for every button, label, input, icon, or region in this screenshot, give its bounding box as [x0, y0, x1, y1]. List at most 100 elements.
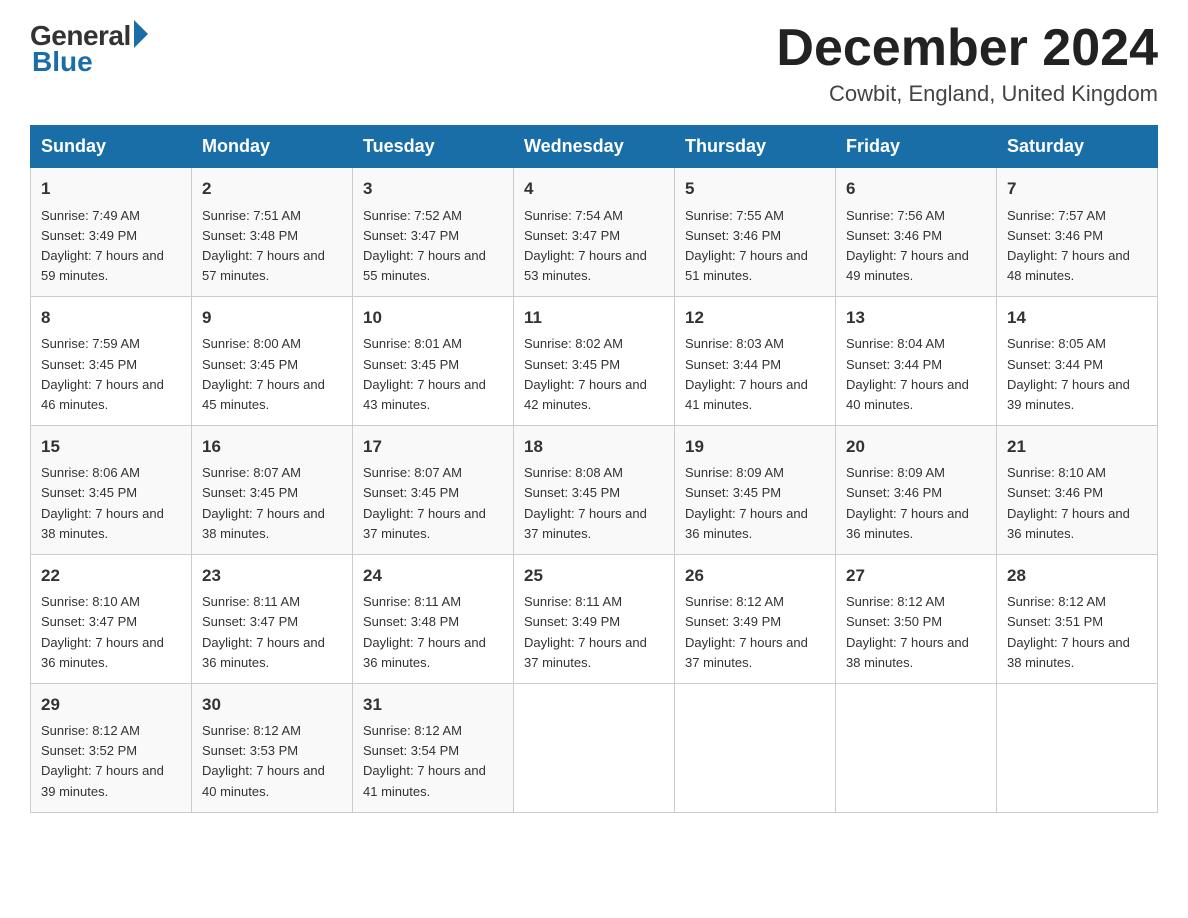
calendar-cell: 19Sunrise: 8:09 AMSunset: 3:45 PMDayligh… [675, 426, 836, 555]
day-number: 29 [41, 692, 181, 718]
calendar-cell: 2Sunrise: 7:51 AMSunset: 3:48 PMDaylight… [192, 168, 353, 297]
calendar-cell [675, 683, 836, 812]
calendar-cell: 14 Sunrise: 8:05 AMSunset: 3:44 PMDayligh… [997, 297, 1158, 426]
day-number: 23 [202, 563, 342, 589]
day-info: Sunrise: 8:11 AMSunset: 3:49 PMDaylight:… [524, 592, 664, 673]
day-number: 10 [363, 305, 503, 331]
day-info: Sunrise: 8:04 AMSunset: 3:44 PMDaylight:… [846, 334, 986, 415]
day-number: 20 [846, 434, 986, 460]
day-info: Sunrise: 8:09 AMSunset: 3:46 PMDaylight:… [846, 463, 986, 544]
calendar-cell: 28 Sunrise: 8:12 AMSunset: 3:51 PMDayligh… [997, 554, 1158, 683]
day-info: Sunrise: 7:54 AMSunset: 3:47 PMDaylight:… [524, 206, 664, 287]
day-header-friday: Friday [836, 126, 997, 168]
day-info: Sunrise: 8:12 AMSunset: 3:49 PMDaylight:… [685, 592, 825, 673]
day-number: 14 [1007, 305, 1147, 331]
day-info: Sunrise: 8:12 AMSunset: 3:51 PMDaylight:… [1007, 592, 1147, 673]
day-number: 3 [363, 176, 503, 202]
day-info: Sunrise: 8:03 AMSunset: 3:44 PMDaylight:… [685, 334, 825, 415]
day-number: 18 [524, 434, 664, 460]
calendar-cell: 25 Sunrise: 8:11 AMSunset: 3:49 PMDayligh… [514, 554, 675, 683]
day-info: Sunrise: 7:56 AMSunset: 3:46 PMDaylight:… [846, 206, 986, 287]
calendar-cell: 10 Sunrise: 8:01 AMSunset: 3:45 PMDayligh… [353, 297, 514, 426]
day-info: Sunrise: 8:05 AMSunset: 3:44 PMDaylight:… [1007, 334, 1147, 415]
day-info: Sunrise: 8:08 AMSunset: 3:45 PMDaylight:… [524, 463, 664, 544]
calendar-cell [836, 683, 997, 812]
calendar-cell: 11Sunrise: 8:02 AMSunset: 3:45 PMDayligh… [514, 297, 675, 426]
calendar-cell: 30 Sunrise: 8:12 AMSunset: 3:53 PMDayligh… [192, 683, 353, 812]
day-header-monday: Monday [192, 126, 353, 168]
calendar-cell: 15Sunrise: 8:06 AMSunset: 3:45 PMDayligh… [31, 426, 192, 555]
day-number: 19 [685, 434, 825, 460]
day-info: Sunrise: 8:12 AMSunset: 3:50 PMDaylight:… [846, 592, 986, 673]
day-number: 17 [363, 434, 503, 460]
month-title: December 2024 [776, 20, 1158, 77]
calendar-cell: 4 Sunrise: 7:54 AMSunset: 3:47 PMDaylight… [514, 168, 675, 297]
calendar-cell: 29Sunrise: 8:12 AMSunset: 3:52 PMDayligh… [31, 683, 192, 812]
calendar-week-row: 8 Sunrise: 7:59 AMSunset: 3:45 PMDaylight… [31, 297, 1158, 426]
day-info: Sunrise: 7:59 AMSunset: 3:45 PMDaylight:… [41, 334, 181, 415]
day-number: 12 [685, 305, 825, 331]
day-number: 30 [202, 692, 342, 718]
day-header-wednesday: Wednesday [514, 126, 675, 168]
calendar-cell: 20 Sunrise: 8:09 AMSunset: 3:46 PMDayligh… [836, 426, 997, 555]
calendar-week-row: 22 Sunrise: 8:10 AMSunset: 3:47 PMDayligh… [31, 554, 1158, 683]
day-number: 9 [202, 305, 342, 331]
calendar-cell: 21 Sunrise: 8:10 AMSunset: 3:46 PMDayligh… [997, 426, 1158, 555]
day-info: Sunrise: 8:07 AMSunset: 3:45 PMDaylight:… [202, 463, 342, 544]
calendar-cell [997, 683, 1158, 812]
calendar-cell: 12 Sunrise: 8:03 AMSunset: 3:44 PMDayligh… [675, 297, 836, 426]
calendar-header-row: SundayMondayTuesdayWednesdayThursdayFrid… [31, 126, 1158, 168]
day-info: Sunrise: 7:52 AMSunset: 3:47 PMDaylight:… [363, 206, 503, 287]
day-number: 25 [524, 563, 664, 589]
day-number: 31 [363, 692, 503, 718]
day-number: 16 [202, 434, 342, 460]
day-info: Sunrise: 7:51 AMSunset: 3:48 PMDaylight:… [202, 206, 342, 287]
day-number: 24 [363, 563, 503, 589]
logo: General Blue [30, 20, 148, 78]
day-number: 8 [41, 305, 181, 331]
calendar-cell: 5 Sunrise: 7:55 AMSunset: 3:46 PMDaylight… [675, 168, 836, 297]
calendar-cell: 22 Sunrise: 8:10 AMSunset: 3:47 PMDayligh… [31, 554, 192, 683]
day-number: 5 [685, 176, 825, 202]
calendar-cell: 7Sunrise: 7:57 AMSunset: 3:46 PMDaylight… [997, 168, 1158, 297]
location-label: Cowbit, England, United Kingdom [776, 81, 1158, 107]
calendar-week-row: 15Sunrise: 8:06 AMSunset: 3:45 PMDayligh… [31, 426, 1158, 555]
day-info: Sunrise: 8:12 AMSunset: 3:54 PMDaylight:… [363, 721, 503, 802]
day-info: Sunrise: 8:01 AMSunset: 3:45 PMDaylight:… [363, 334, 503, 415]
day-number: 27 [846, 563, 986, 589]
day-info: Sunrise: 7:57 AMSunset: 3:46 PMDaylight:… [1007, 206, 1147, 287]
day-info: Sunrise: 8:00 AMSunset: 3:45 PMDaylight:… [202, 334, 342, 415]
calendar-cell: 17 Sunrise: 8:07 AMSunset: 3:45 PMDayligh… [353, 426, 514, 555]
day-info: Sunrise: 8:12 AMSunset: 3:53 PMDaylight:… [202, 721, 342, 802]
calendar-cell: 26Sunrise: 8:12 AMSunset: 3:49 PMDayligh… [675, 554, 836, 683]
day-number: 21 [1007, 434, 1147, 460]
calendar-cell: 3 Sunrise: 7:52 AMSunset: 3:47 PMDaylight… [353, 168, 514, 297]
calendar-cell: 18 Sunrise: 8:08 AMSunset: 3:45 PMDayligh… [514, 426, 675, 555]
day-info: Sunrise: 7:55 AMSunset: 3:46 PMDaylight:… [685, 206, 825, 287]
day-header-thursday: Thursday [675, 126, 836, 168]
day-number: 1 [41, 176, 181, 202]
calendar-cell: 31 Sunrise: 8:12 AMSunset: 3:54 PMDayligh… [353, 683, 514, 812]
day-info: Sunrise: 8:11 AMSunset: 3:48 PMDaylight:… [363, 592, 503, 673]
logo-blue-text: Blue [32, 46, 93, 78]
calendar-cell: 6 Sunrise: 7:56 AMSunset: 3:46 PMDaylight… [836, 168, 997, 297]
day-number: 28 [1007, 563, 1147, 589]
day-info: Sunrise: 8:07 AMSunset: 3:45 PMDaylight:… [363, 463, 503, 544]
day-number: 13 [846, 305, 986, 331]
calendar-table: SundayMondayTuesdayWednesdayThursdayFrid… [30, 125, 1158, 813]
calendar-cell: 23 Sunrise: 8:11 AMSunset: 3:47 PMDayligh… [192, 554, 353, 683]
calendar-cell: 16 Sunrise: 8:07 AMSunset: 3:45 PMDayligh… [192, 426, 353, 555]
calendar-week-row: 1Sunrise: 7:49 AMSunset: 3:49 PMDaylight… [31, 168, 1158, 297]
day-info: Sunrise: 8:10 AMSunset: 3:46 PMDaylight:… [1007, 463, 1147, 544]
day-number: 22 [41, 563, 181, 589]
day-number: 6 [846, 176, 986, 202]
calendar-cell: 8 Sunrise: 7:59 AMSunset: 3:45 PMDaylight… [31, 297, 192, 426]
page-header: General Blue December 2024 Cowbit, Engla… [30, 20, 1158, 107]
day-info: Sunrise: 8:11 AMSunset: 3:47 PMDaylight:… [202, 592, 342, 673]
calendar-cell: 27 Sunrise: 8:12 AMSunset: 3:50 PMDayligh… [836, 554, 997, 683]
calendar-cell: 9 Sunrise: 8:00 AMSunset: 3:45 PMDaylight… [192, 297, 353, 426]
calendar-cell [514, 683, 675, 812]
day-number: 15 [41, 434, 181, 460]
day-info: Sunrise: 8:10 AMSunset: 3:47 PMDaylight:… [41, 592, 181, 673]
day-number: 4 [524, 176, 664, 202]
